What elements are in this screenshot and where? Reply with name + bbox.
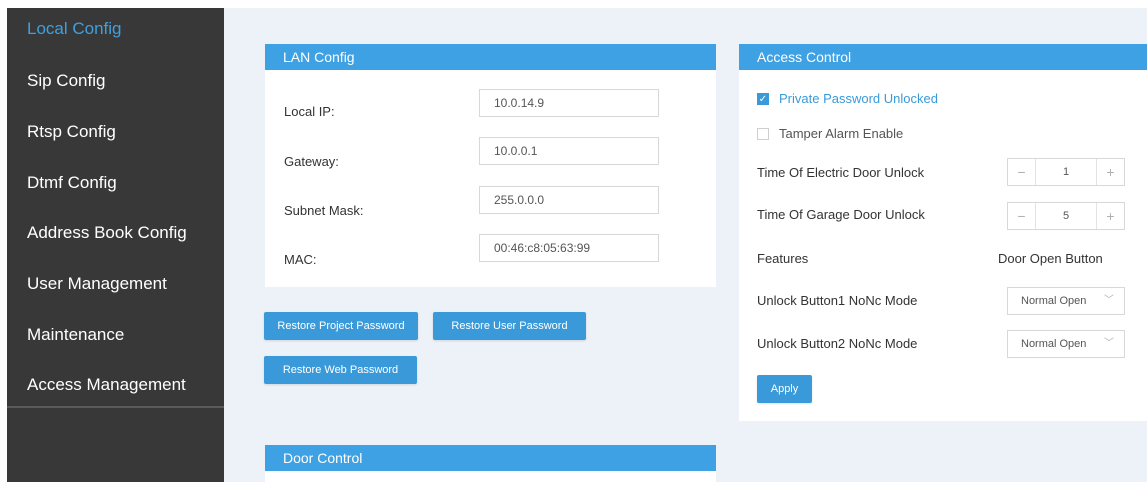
unlock-button2-mode-label: Unlock Button2 NoNc Mode	[757, 336, 918, 351]
local-ip-input[interactable]	[479, 89, 659, 117]
electric-door-unlock-stepper[interactable]: − 1 +	[1007, 158, 1125, 186]
unlock-button1-mode-label: Unlock Button1 NoNc Mode	[757, 293, 918, 308]
unlock-button2-mode-value: Normal Open	[1021, 338, 1087, 350]
unlock-button1-mode-value: Normal Open	[1021, 295, 1087, 307]
sidebar-divider	[7, 406, 224, 408]
subnet-mask-input[interactable]	[479, 186, 659, 214]
sidebar-item-dtmf-config[interactable]: Dtmf Config	[7, 162, 224, 212]
restore-project-password-button[interactable]: Restore Project Password	[264, 312, 418, 340]
unlock-button2-mode-select[interactable]: Normal Open ﹀	[1007, 330, 1125, 358]
garage-door-unlock-value[interactable]: 5	[1036, 203, 1096, 229]
decrement-button[interactable]: −	[1008, 159, 1036, 185]
access-control-panel: Access Control ✓ Private Password Unlock…	[739, 44, 1147, 421]
garage-door-unlock-stepper[interactable]: − 5 +	[1007, 202, 1125, 230]
sidebar-item-maintenance[interactable]: Maintenance	[7, 314, 224, 364]
door-open-button-label: Door Open Button	[998, 251, 1103, 266]
gateway-input[interactable]	[479, 137, 659, 165]
sidebar-item-rtsp-config[interactable]: Rtsp Config	[7, 111, 224, 161]
door-control-header: Door Control	[265, 445, 716, 471]
decrement-button[interactable]: −	[1008, 203, 1036, 229]
sidebar-item-address-book-config[interactable]: Address Book Config	[7, 212, 224, 262]
electric-door-unlock-label: Time Of Electric Door Unlock	[757, 165, 925, 180]
sidebar-item-sip-config[interactable]: Sip Config	[7, 60, 224, 110]
apply-button[interactable]: Apply	[757, 375, 812, 403]
increment-button[interactable]: +	[1096, 203, 1124, 229]
electric-door-unlock-value[interactable]: 1	[1036, 159, 1096, 185]
sidebar-item-local-config[interactable]: Local Config	[7, 8, 224, 58]
mac-input[interactable]	[479, 234, 659, 262]
restore-web-password-button[interactable]: Restore Web Password	[264, 356, 417, 384]
unlock-button1-mode-select[interactable]: Normal Open ﹀	[1007, 287, 1125, 315]
garage-door-unlock-label: Time Of Garage Door Unlock	[757, 207, 925, 222]
sidebar-item-user-management[interactable]: User Management	[7, 263, 224, 313]
window-edge	[0, 8, 7, 482]
private-password-unlocked-label: Private Password Unlocked	[779, 91, 938, 106]
sidebar: Local Config Sip Config Rtsp Config Dtmf…	[7, 8, 224, 482]
restore-user-password-button[interactable]: Restore User Password	[433, 312, 586, 340]
main-content: LAN Config Local IP: Gateway: Subnet Mas…	[224, 8, 1147, 482]
lan-config-panel: LAN Config Local IP: Gateway: Subnet Mas…	[265, 44, 716, 287]
increment-button[interactable]: +	[1096, 159, 1124, 185]
chevron-down-icon: ﹀	[1104, 295, 1114, 306]
private-password-unlocked-checkbox[interactable]: ✓	[757, 93, 769, 105]
local-ip-label: Local IP:	[284, 104, 335, 119]
tamper-alarm-enable-checkbox[interactable]	[757, 128, 769, 140]
chevron-down-icon: ﹀	[1104, 338, 1114, 349]
tamper-alarm-enable-label: Tamper Alarm Enable	[779, 126, 904, 141]
features-label: Features	[757, 251, 809, 266]
access-control-header: Access Control	[739, 44, 1147, 70]
lan-config-header: LAN Config	[265, 44, 716, 70]
mac-label: MAC:	[284, 252, 317, 267]
door-control-panel: Door Control	[265, 445, 716, 482]
subnet-mask-label: Subnet Mask:	[284, 203, 364, 218]
gateway-label: Gateway:	[284, 154, 339, 169]
